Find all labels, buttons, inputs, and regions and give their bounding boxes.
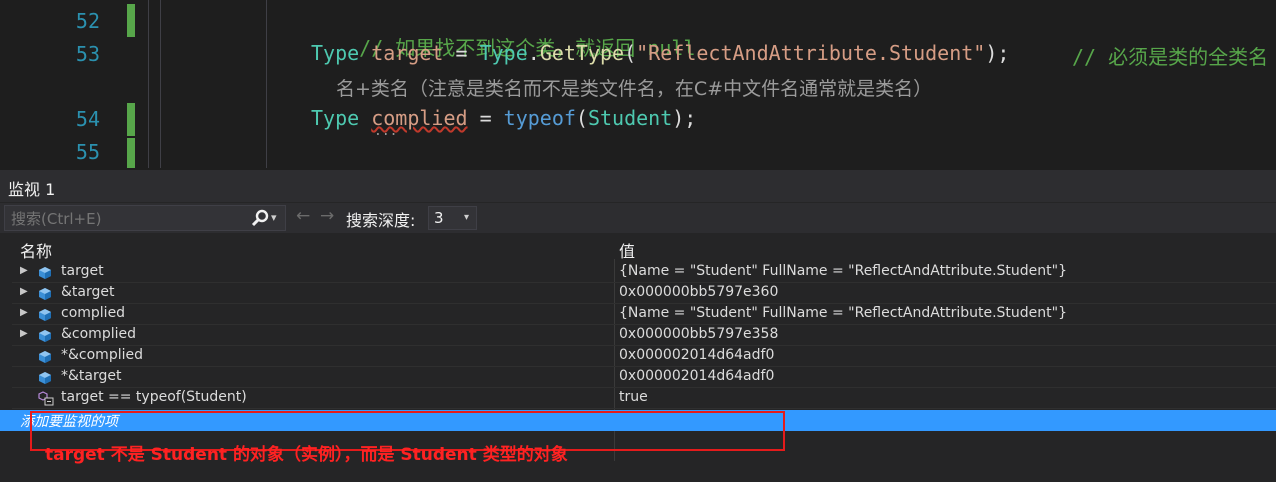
code-comment-wrap: 名+类名（注意是类名而不是类文件名，在C#中文件名通常就是类名） xyxy=(336,78,933,100)
row-name[interactable]: complied xyxy=(61,305,125,321)
search-icon[interactable] xyxy=(249,208,271,228)
code-semicolon: ; xyxy=(997,41,1010,65)
code-line-54[interactable]: Type complied = typeof(Student); xyxy=(311,106,696,130)
chevron-down-icon[interactable]: ▾ xyxy=(271,211,277,224)
change-indicator-bar xyxy=(127,103,135,136)
search-backward-icon[interactable]: ← xyxy=(296,206,310,226)
table-row[interactable]: target == typeof(Student) true xyxy=(0,388,1276,409)
search-forward-icon[interactable]: → xyxy=(320,206,334,226)
row-value[interactable]: true xyxy=(619,389,648,405)
code-string: "ReflectAndAttribute.Student" xyxy=(636,41,986,65)
table-row[interactable]: *&target 0x000002014d64adf0 xyxy=(0,367,1276,388)
code-operator: = xyxy=(467,106,504,130)
code-paren: ); xyxy=(672,106,697,130)
code-method: GetType xyxy=(539,41,625,65)
code-paren: ) xyxy=(985,41,998,65)
code-line-53[interactable]: Type target = Type.GetType("ReflectAndAt… xyxy=(311,41,1009,65)
suggestion-ellipsis[interactable]: ... xyxy=(374,124,397,139)
indent-guide xyxy=(148,0,149,168)
table-row[interactable]: *&complied 0x000002014d64adf0 xyxy=(0,346,1276,367)
code-dot: . xyxy=(527,41,540,65)
code-operator: = xyxy=(443,41,480,65)
table-row[interactable]: ▶ target {Name = "Student" FullName = "Ref… xyxy=(0,262,1276,283)
line-number: 54 xyxy=(75,107,100,131)
row-name[interactable]: &complied xyxy=(61,326,136,342)
search-depth-value: 3 xyxy=(434,209,444,227)
row-value[interactable]: 0x000002014d64adf0 xyxy=(619,347,774,363)
code-variable: target xyxy=(371,41,444,65)
search-box[interactable]: ▾ xyxy=(4,205,286,231)
code-type-keyword: Type xyxy=(311,41,360,65)
row-name[interactable]: target xyxy=(61,263,104,279)
code-comment: // 必须是类的全类名 xyxy=(1072,45,1269,69)
watch-toolbar: ▾ ← → 搜索深度: 3 ▾ xyxy=(0,203,1276,233)
change-indicator-bar xyxy=(127,4,135,37)
row-value[interactable]: 0x000002014d64adf0 xyxy=(619,368,774,384)
table-row[interactable]: ▶ complied {Name = "Student" FullName = "R… xyxy=(0,304,1276,325)
row-separator xyxy=(12,408,1276,409)
code-paren: ( xyxy=(624,41,637,65)
column-header-value[interactable]: 值 xyxy=(619,238,635,262)
row-value[interactable]: 0x000000bb5797e358 xyxy=(619,326,778,342)
row-value[interactable]: {Name = "Student" FullName = "ReflectAnd… xyxy=(619,263,1067,279)
column-header-name[interactable]: 名称 xyxy=(20,238,52,262)
panel-title: 监视 1 xyxy=(8,180,56,199)
row-value[interactable]: 0x000000bb5797e360 xyxy=(619,284,778,300)
expand-arrow-icon[interactable]: ▶ xyxy=(20,307,28,318)
line-number: 53 xyxy=(75,42,100,66)
watch-panel: 监视 1 ▾ ← → 搜索深度: 3 ▾ 名称 值 ▶ target {Name =… xyxy=(0,170,1276,482)
code-keyword: typeof xyxy=(503,106,576,130)
chevron-down-icon[interactable]: ▾ xyxy=(464,212,469,223)
code-class-name: Student xyxy=(587,106,673,130)
search-depth-select[interactable]: 3 ▾ xyxy=(428,206,477,230)
code-paren: ( xyxy=(575,106,588,130)
annotation-note: target 不是 Student 的对象（实例），而是 Student 类型的… xyxy=(45,445,568,465)
search-depth-label: 搜索深度: xyxy=(346,211,416,230)
code-type-keyword: Type xyxy=(311,106,360,130)
expand-arrow-icon[interactable]: ▶ xyxy=(20,328,28,339)
expand-arrow-icon[interactable]: ▶ xyxy=(20,286,28,297)
panel-title-bar: 监视 1 xyxy=(0,170,1276,202)
row-value[interactable]: {Name = "Student" FullName = "ReflectAnd… xyxy=(619,305,1067,321)
line-number: 55 xyxy=(75,140,100,164)
row-name[interactable]: *&target xyxy=(61,368,121,384)
table-row[interactable]: ▶ &complied 0x000000bb5797e358 xyxy=(0,325,1276,346)
indent-guide xyxy=(160,0,161,168)
row-name[interactable]: *&complied xyxy=(61,347,143,363)
indent-guide xyxy=(266,0,267,168)
change-indicator-bar xyxy=(127,138,135,168)
row-name[interactable]: target == typeof(Student) xyxy=(61,389,247,405)
line-number: 52 xyxy=(75,9,100,33)
table-row[interactable]: ▶ &target 0x000000bb5797e360 xyxy=(0,283,1276,304)
row-name[interactable]: &target xyxy=(61,284,114,300)
code-editor[interactable]: 52 53 54 55 // 如果找不到这个类，就返回 null Type ta… xyxy=(0,0,1276,170)
search-input[interactable] xyxy=(9,209,249,229)
code-type-name: Type xyxy=(479,41,528,65)
expand-arrow-icon[interactable]: ▶ xyxy=(20,265,28,276)
